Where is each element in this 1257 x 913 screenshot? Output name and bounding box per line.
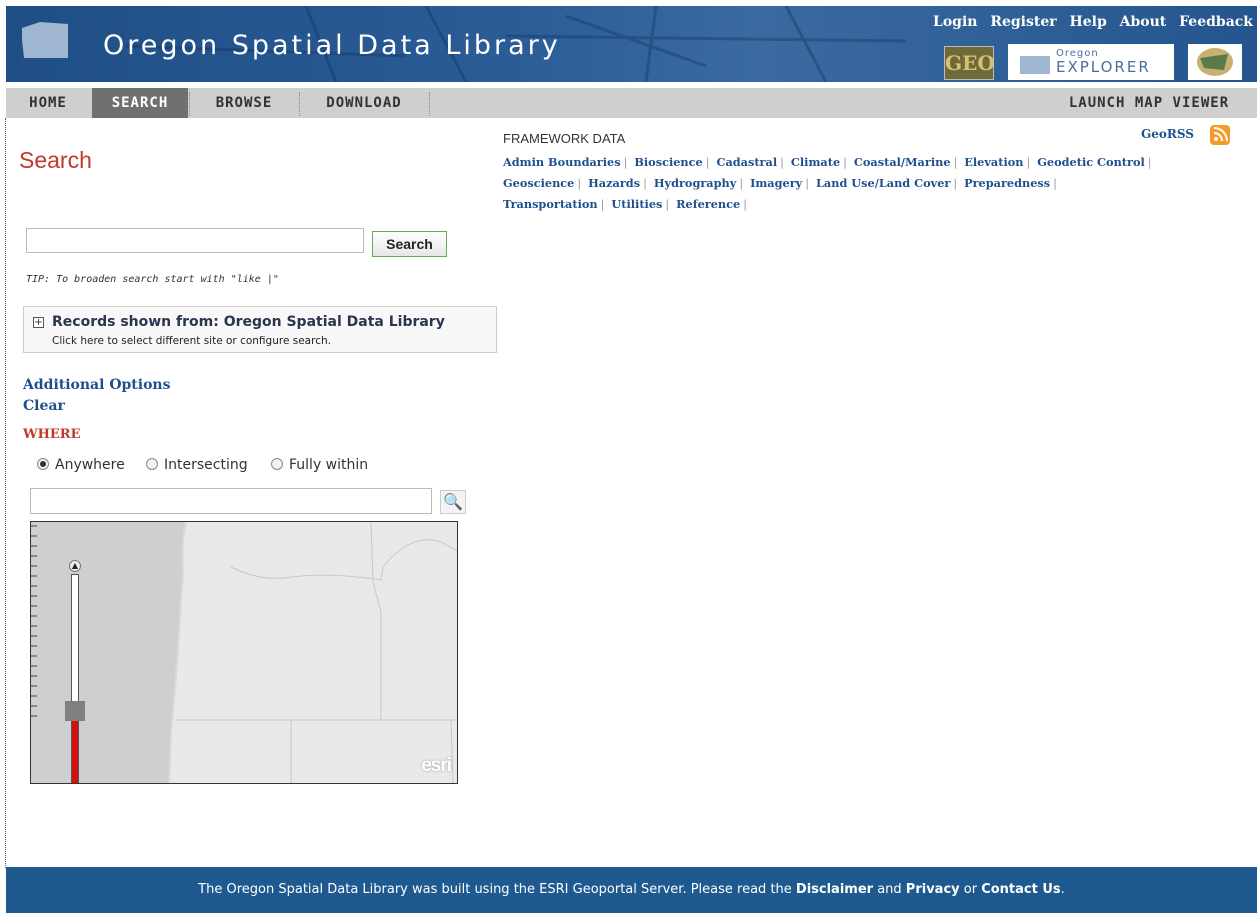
partner-logo-badge[interactable] bbox=[1188, 44, 1242, 80]
link-separator: | bbox=[843, 156, 847, 169]
link-separator: | bbox=[643, 177, 647, 190]
map-view[interactable]: ▲ esri bbox=[30, 521, 458, 784]
main-nav: HOME SEARCH BROWSE DOWNLOAD LAUNCH MAP V… bbox=[6, 88, 1257, 118]
link-separator: | bbox=[665, 198, 670, 211]
disclaimer-link[interactable]: Disclaimer bbox=[796, 882, 873, 897]
geo-badge[interactable]: GEO bbox=[944, 46, 995, 80]
records-source-title: Records shown from: Oregon Spatial Data … bbox=[52, 314, 445, 330]
radio-anywhere[interactable]: Anywhere bbox=[37, 457, 125, 473]
nav-divider bbox=[429, 92, 430, 116]
link-separator: | bbox=[1026, 156, 1031, 169]
additional-options-link[interactable]: Additional Options bbox=[23, 377, 171, 393]
link-separator: | bbox=[1147, 156, 1152, 169]
link-separator: | bbox=[780, 156, 784, 169]
framework-link[interactable]: Land Use/Land Cover bbox=[816, 176, 950, 190]
register-link[interactable]: Register bbox=[990, 14, 1056, 30]
radio-button[interactable] bbox=[271, 458, 283, 470]
link-separator: | bbox=[953, 177, 958, 190]
footer-text: The Oregon Spatial Data Library was buil… bbox=[198, 882, 796, 897]
zoom-tick-marks bbox=[31, 525, 37, 717]
oregon-logo-icon bbox=[22, 22, 68, 58]
framework-link[interactable]: Climate bbox=[791, 155, 840, 169]
georss-link[interactable]: GeoRSS bbox=[1141, 127, 1194, 141]
framework-link[interactable]: Hydrography bbox=[654, 176, 736, 190]
framework-link[interactable]: Hazards bbox=[588, 176, 640, 190]
link-separator: | bbox=[577, 177, 582, 190]
site-title: Oregon Spatial Data Library bbox=[103, 30, 561, 61]
login-link[interactable]: Login bbox=[933, 14, 977, 30]
tab-browse[interactable]: BROWSE bbox=[190, 88, 298, 118]
framework-link[interactable]: Elevation bbox=[964, 155, 1023, 169]
left-border bbox=[5, 118, 6, 868]
where-heading: WHERE bbox=[23, 427, 81, 442]
framework-link[interactable]: Reference bbox=[676, 197, 740, 211]
framework-link[interactable]: Geodetic Control bbox=[1037, 155, 1145, 169]
launch-map-viewer-link[interactable]: LAUNCH MAP VIEWER bbox=[1049, 88, 1249, 118]
radio-intersecting[interactable]: Intersecting bbox=[146, 457, 248, 473]
rss-feed-icon[interactable] bbox=[1210, 125, 1230, 145]
radio-label: Anywhere bbox=[55, 457, 125, 473]
map-basemap bbox=[168, 522, 457, 783]
top-links: Login Register Help About Feedback bbox=[925, 14, 1253, 30]
link-separator: | bbox=[705, 156, 710, 169]
tab-home[interactable]: HOME bbox=[6, 88, 90, 118]
partner-logo-icon bbox=[1197, 48, 1233, 76]
framework-link[interactable]: Geoscience bbox=[503, 176, 574, 190]
search-input[interactable] bbox=[26, 228, 364, 253]
link-separator: | bbox=[953, 156, 958, 169]
tab-download[interactable]: DOWNLOAD bbox=[300, 88, 428, 118]
site-footer: The Oregon Spatial Data Library was buil… bbox=[6, 867, 1257, 913]
feedback-link[interactable]: Feedback bbox=[1179, 14, 1253, 30]
location-search-input[interactable] bbox=[30, 488, 432, 514]
privacy-link[interactable]: Privacy bbox=[906, 882, 960, 897]
framework-link[interactable]: Bioscience bbox=[634, 155, 702, 169]
zoom-slider-fill bbox=[71, 712, 79, 783]
tab-search[interactable]: SEARCH bbox=[92, 88, 188, 118]
link-separator: | bbox=[739, 177, 744, 190]
explorer-big-label: EXPLORER bbox=[1056, 58, 1151, 76]
framework-link[interactable]: Imagery bbox=[750, 176, 802, 190]
framework-links: Admin Boundaries | Bioscience | Cadastral |… bbox=[503, 152, 1163, 215]
link-separator: | bbox=[743, 198, 747, 211]
contact-us-link[interactable]: Contact Us bbox=[981, 882, 1060, 897]
link-separator: | bbox=[600, 198, 605, 211]
search-button[interactable]: Search bbox=[372, 231, 447, 257]
records-source-subtitle: Click here to select different site or c… bbox=[52, 335, 331, 347]
footer-text: and bbox=[873, 882, 906, 897]
link-separator: | bbox=[805, 177, 810, 190]
zoom-in-icon[interactable]: ▲ bbox=[69, 560, 81, 572]
esri-logo: esri bbox=[421, 755, 452, 776]
framework-link[interactable]: Preparedness bbox=[964, 176, 1050, 190]
footer-text: or bbox=[959, 882, 982, 897]
link-separator: | bbox=[623, 156, 628, 169]
framework-link[interactable]: Transportation bbox=[503, 197, 598, 211]
framework-data-title: FRAMEWORK DATA bbox=[503, 131, 626, 146]
link-separator: | bbox=[1053, 177, 1057, 190]
radio-label: Intersecting bbox=[164, 457, 248, 473]
expand-plus-icon[interactable]: + bbox=[33, 317, 44, 328]
records-source-panel[interactable]: + Records shown from: Oregon Spatial Dat… bbox=[23, 306, 497, 353]
radio-label: Fully within bbox=[289, 457, 369, 473]
oregon-explorer-badge[interactable]: Oregon EXPLORER bbox=[1008, 44, 1174, 80]
binoculars-icon[interactable]: 🔍 bbox=[440, 490, 466, 514]
oregon-shape-icon bbox=[1020, 56, 1050, 74]
radio-button[interactable] bbox=[37, 458, 49, 470]
zoom-slider-handle[interactable] bbox=[65, 701, 85, 721]
help-link[interactable]: Help bbox=[1069, 14, 1106, 30]
rss-glyph-icon bbox=[1213, 127, 1228, 142]
about-link[interactable]: About bbox=[1120, 14, 1167, 30]
framework-link[interactable]: Utilities bbox=[611, 197, 662, 211]
footer-text: . bbox=[1060, 882, 1065, 897]
framework-link[interactable]: Coastal/Marine bbox=[854, 155, 951, 169]
radio-button[interactable] bbox=[146, 458, 158, 470]
page-title: Search bbox=[19, 147, 92, 173]
framework-link[interactable]: Cadastral bbox=[716, 155, 777, 169]
radio-fully-within[interactable]: Fully within bbox=[271, 457, 368, 473]
site-header: Oregon Spatial Data Library Login Regist… bbox=[6, 6, 1257, 82]
framework-link[interactable]: Admin Boundaries bbox=[503, 155, 621, 169]
search-tip: TIP: To broaden search start with "like … bbox=[26, 274, 279, 285]
clear-link[interactable]: Clear bbox=[23, 398, 65, 414]
